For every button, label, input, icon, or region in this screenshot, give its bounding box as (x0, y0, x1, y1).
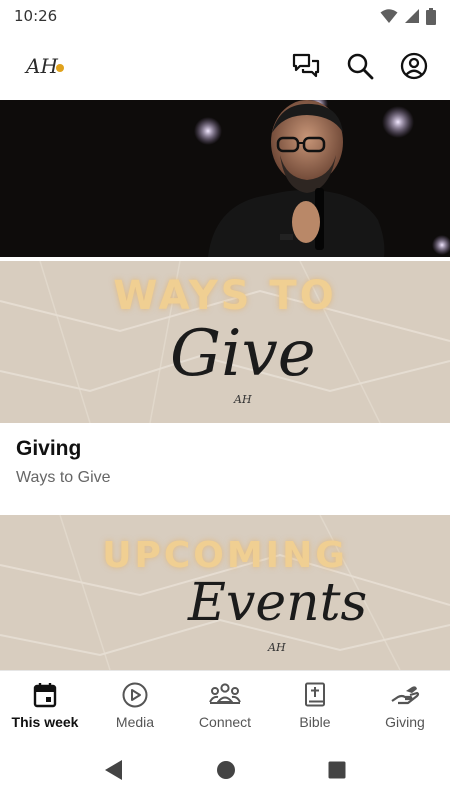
promo-title: UPCOMING (102, 535, 348, 576)
feed[interactable]: WAYS TO Give AH Giving Ways to Give UPCO… (0, 100, 450, 670)
system-nav-bar (0, 740, 450, 800)
play-circle-icon (122, 682, 148, 708)
cell-signal-icon (405, 9, 419, 23)
upcoming-events-banner[interactable]: UPCOMING Events AH (0, 515, 450, 670)
app-bar: AH (0, 32, 450, 100)
bottom-nav: This week Media Connect Bible Giving (0, 670, 450, 741)
card-title: Giving (16, 437, 82, 460)
nav-label: Giving (385, 714, 425, 730)
calendar-icon (33, 683, 57, 708)
promo-title: WAYS TO (113, 273, 337, 319)
user-circle-icon (400, 52, 428, 80)
promo-script: Give (170, 317, 316, 391)
card-subtitle: Ways to Give (16, 469, 111, 486)
logo-text: AH (26, 54, 58, 78)
wifi-icon (380, 9, 398, 23)
search-button[interactable] (344, 50, 376, 82)
status-time: 10:26 (14, 7, 58, 25)
giving-hand-icon (391, 686, 420, 705)
nav-media[interactable]: Media (90, 671, 180, 741)
nav-label: This week (11, 714, 79, 730)
messages-button[interactable] (290, 50, 322, 82)
speaker-photo (0, 100, 450, 257)
nav-connect[interactable]: Connect (180, 671, 270, 741)
nav-bible[interactable]: Bible (270, 671, 360, 741)
search-icon (347, 53, 374, 80)
profile-button[interactable] (398, 50, 430, 82)
group-icon (209, 683, 241, 704)
app-actions (290, 50, 430, 82)
church-logo[interactable]: AH (26, 54, 64, 78)
logo-dot (55, 64, 64, 72)
battery-icon (426, 7, 436, 25)
hero-banner-image[interactable] (0, 100, 450, 257)
nav-this-week[interactable]: This week (0, 671, 90, 741)
recents-icon[interactable] (328, 761, 346, 779)
nav-giving[interactable]: Giving (360, 671, 450, 741)
nav-label: Connect (198, 714, 252, 730)
promo-script: Events (188, 573, 368, 633)
bible-icon (305, 682, 325, 707)
ways-to-give-banner[interactable]: WAYS TO Give AH (0, 261, 450, 423)
giving-card[interactable]: Giving Ways to Give (0, 423, 450, 515)
home-icon[interactable] (216, 760, 236, 780)
status-icons (380, 7, 436, 25)
promo-logo-mark: AH (234, 393, 252, 406)
nav-label: Bible (299, 714, 331, 730)
promo-logo-mark: AH (268, 641, 286, 654)
back-icon[interactable] (104, 759, 124, 781)
chat-bubbles-icon (292, 53, 320, 78)
nav-label: Media (115, 714, 155, 730)
status-bar: 10:26 (0, 0, 450, 32)
